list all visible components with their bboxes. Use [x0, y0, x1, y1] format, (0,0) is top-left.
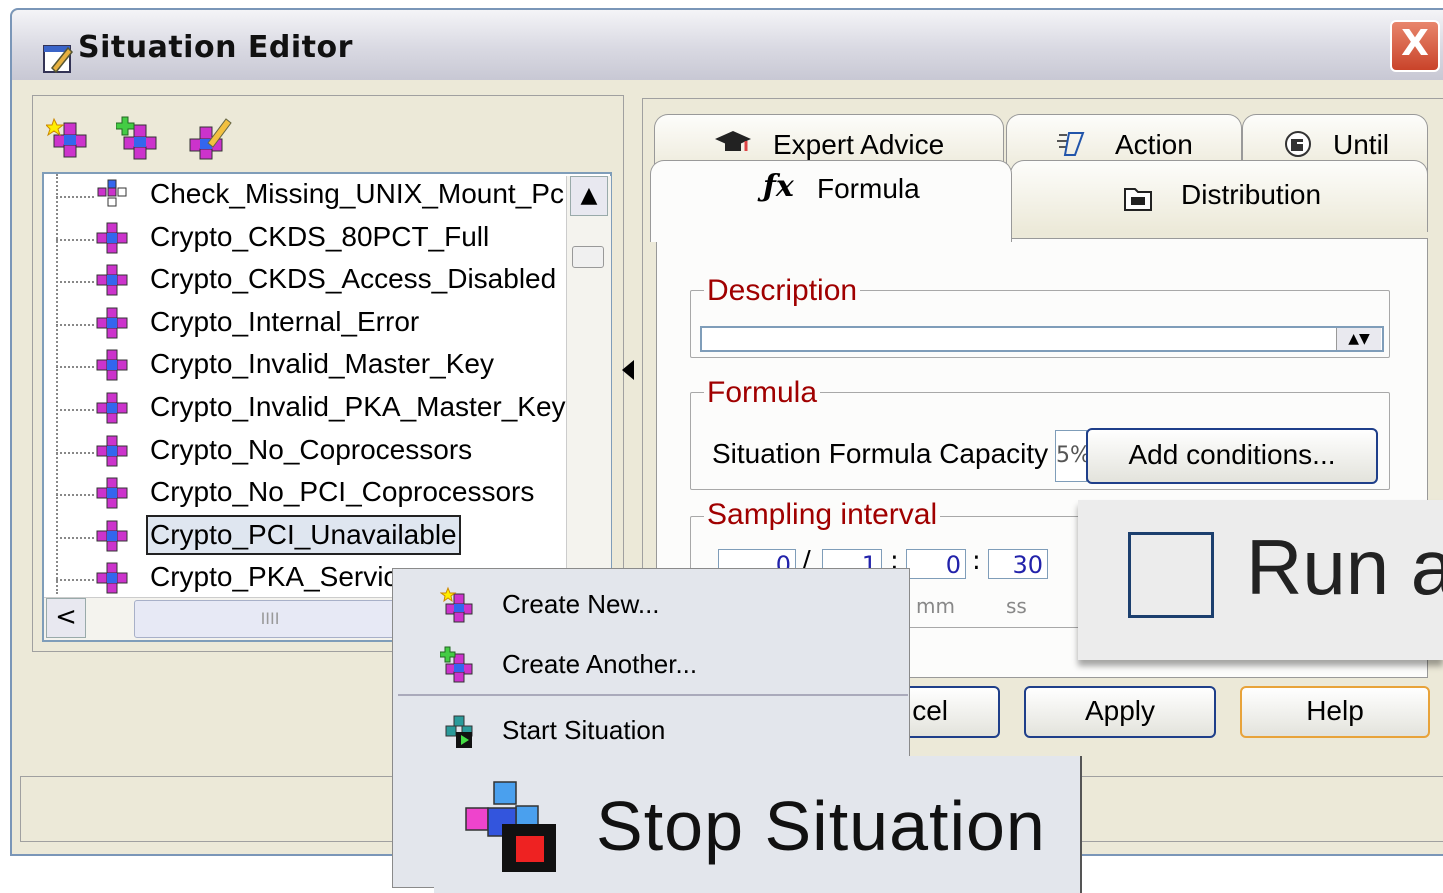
tree-item-label: Crypto_CKDS_Access_Disabled	[150, 263, 557, 295]
fx-icon: ƒx	[763, 169, 794, 204]
tree-item[interactable]: Crypto_CKDS_Access_Disabled	[44, 259, 566, 299]
tree-connector	[56, 536, 94, 539]
tree-item-label: Check_Missing_UNIX_Mount_Pc	[150, 178, 564, 209]
tree-connector	[56, 281, 94, 284]
tree-item-label: Crypto_Invalid_Master_Key	[150, 348, 494, 380]
window-title: Situation Editor	[78, 30, 353, 65]
tab-until-label: Until	[1333, 129, 1390, 160]
edit-window-icon	[43, 45, 74, 74]
situation-icon	[96, 222, 128, 254]
situation-group-icon	[97, 179, 127, 207]
tab-expert-advice-label: Expert Advice	[773, 129, 945, 160]
situation-icon	[96, 264, 128, 296]
create-another-situation-icon[interactable]	[116, 115, 162, 161]
tab-formula-label: Formula	[817, 173, 920, 204]
description-title: Description	[704, 274, 861, 308]
tree-connector	[56, 579, 94, 582]
until-icon	[1285, 131, 1311, 157]
create-new-icon	[440, 586, 473, 623]
stop-situation-icon	[465, 781, 556, 872]
tree-item[interactable]: Crypto_CKDS_80PCT_Full	[44, 217, 566, 257]
help-button[interactable]: Help	[1240, 686, 1430, 738]
add-conditions-button[interactable]: Add conditions...	[1086, 428, 1378, 484]
title-bar[interactable]: Situation Editor	[12, 10, 1443, 80]
tree-item-label: Crypto_PKA_Servic	[150, 561, 398, 593]
tree-item[interactable]: Crypto_No_Coprocessors	[44, 430, 566, 470]
menu-separator	[398, 694, 908, 696]
situation-icon	[96, 477, 128, 509]
tree-connector	[56, 323, 94, 326]
minutes-unit-label: mm	[916, 594, 955, 618]
tab-formula[interactable]: ƒx Formula	[650, 160, 1012, 242]
formula-capacity-value: 5%	[1055, 430, 1087, 482]
situation-icon	[96, 435, 128, 467]
tree-item-label: Crypto_Internal_Error	[150, 305, 420, 337]
formula-title: Formula	[704, 376, 821, 410]
tree-connector	[56, 451, 94, 454]
menu-item-label: Create New...	[502, 589, 660, 619]
close-button[interactable]: X	[1390, 20, 1440, 72]
horizontal-scroll-thumb[interactable]: IIII	[134, 600, 406, 638]
description-spinner[interactable]: ▲▼	[1336, 328, 1381, 350]
scroll-up-button[interactable]: ▲	[570, 176, 608, 216]
tree-vertical-scrollbar[interactable]	[566, 176, 611, 596]
menu-item-label: Create Another...	[502, 649, 698, 679]
tree-item-label: Crypto_No_PCI_Coprocessors	[150, 476, 535, 508]
run-at-startup-checkbox[interactable]	[1128, 532, 1214, 618]
situation-icon	[96, 562, 128, 594]
create-another-icon	[440, 646, 473, 683]
tree-connector	[56, 366, 94, 369]
situation-icon	[96, 520, 128, 552]
tree-connector	[56, 238, 94, 241]
tree-item-label: Crypto_CKDS_80PCT_Full	[150, 220, 490, 252]
graduation-cap-icon	[715, 131, 751, 151]
run-at-startup-label: Run a	[1246, 523, 1443, 611]
tree-connector	[56, 196, 94, 198]
scroll-left-button[interactable]: <	[46, 598, 86, 638]
tree-item[interactable]: Crypto_Internal_Error	[44, 302, 566, 342]
situation-icon	[96, 392, 128, 424]
sampling-interval-title: Sampling interval	[704, 498, 941, 532]
situation-icon	[96, 349, 128, 381]
situation-icon	[96, 307, 128, 339]
start-situation-icon	[445, 715, 473, 748]
tab-distribution[interactable]: Distribution	[1010, 160, 1428, 232]
formula-capacity-label: Situation Formula Capacity	[712, 438, 1049, 469]
create-new-situation-icon[interactable]	[46, 115, 92, 161]
menu-item-label: Start Situation	[502, 715, 666, 745]
tree-item-label: Crypto_Invalid_PKA_Master_Key	[150, 391, 566, 422]
tree-item-label: Crypto_No_Coprocessors	[150, 433, 473, 465]
time-separator: :	[972, 546, 981, 576]
tree-item[interactable]: Crypto_No_PCI_Coprocessors	[44, 472, 566, 512]
tree-item[interactable]: Crypto_Invalid_PKA_Master_Key	[44, 387, 566, 427]
tab-distribution-label: Distribution	[1181, 179, 1322, 210]
scroll-grip-icon[interactable]	[572, 246, 604, 268]
tree-connector	[56, 409, 94, 411]
tree-item[interactable]: Check_Missing_UNIX_Mount_Pc	[44, 174, 566, 214]
tree-item[interactable]: Crypto_PCI_Unavailable	[44, 514, 566, 555]
collapse-arrow-icon[interactable]	[622, 360, 634, 380]
tree-item[interactable]: Crypto_Invalid_Master_Key	[44, 344, 566, 384]
tree-item-label: Crypto_PCI_Unavailable	[146, 514, 461, 555]
tab-action-label: Action	[1115, 129, 1193, 160]
tree-connector	[56, 494, 94, 497]
description-field[interactable]	[700, 326, 1384, 352]
action-icon	[1057, 132, 1085, 156]
apply-button[interactable]: Apply	[1024, 686, 1216, 738]
distribution-icon	[1124, 188, 1152, 211]
edit-situation-icon[interactable]	[186, 115, 232, 161]
seconds-unit-label: ss	[1006, 594, 1027, 618]
sampling-minutes-field[interactable]: 0	[906, 549, 966, 579]
stop-situation-label: Stop Situation	[596, 787, 1046, 865]
sampling-seconds-field[interactable]: 30	[988, 549, 1048, 579]
